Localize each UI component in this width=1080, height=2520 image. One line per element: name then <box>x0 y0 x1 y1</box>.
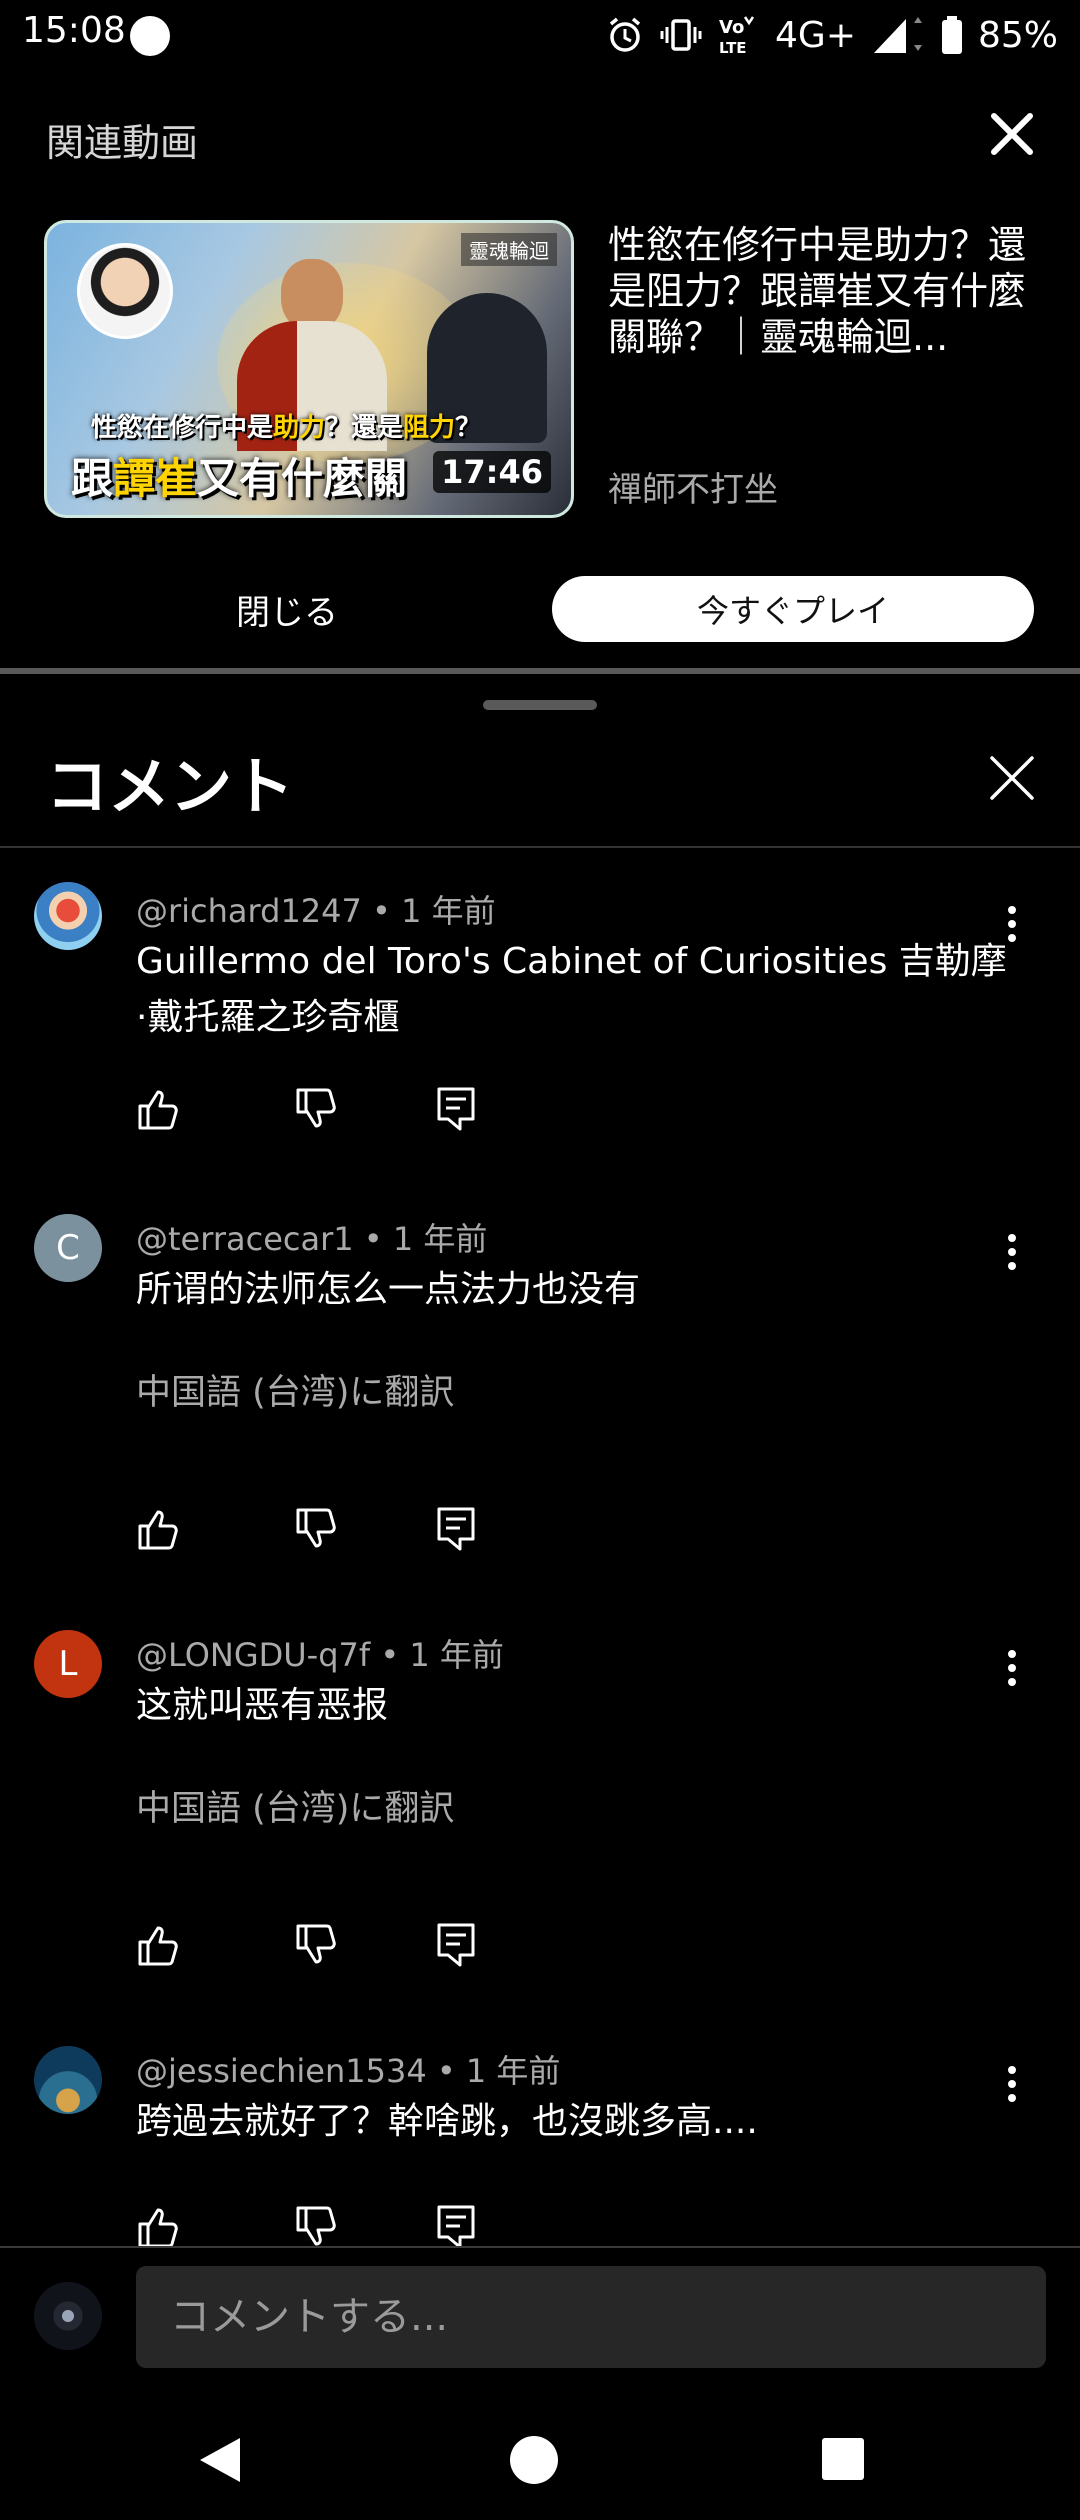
play-now-button[interactable]: 今すぐプレイ <box>552 576 1034 642</box>
divider <box>0 2246 1080 2248</box>
avatar[interactable] <box>34 2046 102 2114</box>
system-nav-bar <box>0 2400 1080 2520</box>
comment-text: Guillermo del Toro's Cabinet of Curiosit… <box>136 941 1007 1038</box>
svg-text:LTE: LTE <box>719 39 747 57</box>
home-icon[interactable] <box>508 2434 560 2486</box>
back-icon[interactable] <box>196 2434 244 2486</box>
comment-text: 这就叫恶有恶报 <box>136 1685 389 1726</box>
close-icon[interactable] <box>988 754 1036 802</box>
like-icon[interactable] <box>136 2204 180 2246</box>
status-bar: 15:08 Vo LTE 4G+ 85% <box>0 0 1080 72</box>
notification-dot-icon <box>130 16 170 56</box>
reply-icon[interactable] <box>436 1922 476 1968</box>
translate-link[interactable]: 中国語 (台湾)に翻訳 <box>136 1780 454 1831</box>
video-duration: 17:46 <box>433 451 551 493</box>
dislike-icon[interactable] <box>294 1922 338 1968</box>
avatar[interactable]: L <box>34 1630 102 1698</box>
video-thumbnail[interactable]: 靈魂輪迴 性慾在修行中是助力？還是阻力？ 跟譚崔又有什麼關 17:46 <box>44 220 574 518</box>
reply-icon[interactable] <box>436 1506 476 1552</box>
like-icon[interactable] <box>136 1086 180 1132</box>
thumbnail-portrait <box>77 243 173 339</box>
comment-actions <box>136 1922 496 1972</box>
comment-meta: @jessiechien1534 • 1 年前 <box>136 2052 561 2090</box>
related-section-title: 関連動画 <box>46 121 199 165</box>
thumbnail-badge: 靈魂輪迴 <box>461 233 557 266</box>
battery-percent: 85% <box>977 14 1058 56</box>
like-icon[interactable] <box>136 1506 180 1552</box>
comment-actions <box>136 2204 496 2246</box>
comment-text: 跨過去就好了？幹啥跳，也沒跳多高.... <box>136 2101 758 2142</box>
volte-icon: VoLTE <box>719 16 755 57</box>
alarm-icon <box>609 17 641 52</box>
drag-handle[interactable] <box>483 700 597 710</box>
status-icons: Vo LTE 4G+ 85% <box>605 10 1058 60</box>
network-type: 4G+ <box>775 14 856 56</box>
dislike-icon[interactable] <box>294 2204 338 2246</box>
comment-text: 所谓的法师怎么一点法力也没有 <box>136 1269 641 1310</box>
video-title[interactable]: 性慾在修行中是助力？還是阻力？跟譚崔又有什麼關聯？｜靈魂輪迴... <box>608 222 1038 360</box>
status-time: 15:08 <box>22 10 126 51</box>
comment-meta: @LONGDU-q7f • 1 年前 <box>136 1636 504 1674</box>
divider <box>0 846 1080 848</box>
translate-link[interactable]: 中国語 (台湾)に翻訳 <box>136 1364 454 1415</box>
reply-icon[interactable] <box>436 1086 476 1132</box>
thumbnail-caption-line1: 性慾在修行中是助力？還是阻力？ <box>91 413 482 443</box>
like-icon[interactable] <box>136 1922 180 1968</box>
video-channel[interactable]: 禪師不打坐 <box>608 462 778 511</box>
close-icon[interactable] <box>982 104 1042 164</box>
signal-icon <box>873 17 922 53</box>
dislike-icon[interactable] <box>294 1506 338 1552</box>
battery-icon <box>941 16 962 54</box>
recents-icon[interactable] <box>820 2436 866 2482</box>
vibrate-icon <box>660 19 702 51</box>
comment-meta: @richard1247 • 1 年前 <box>136 892 496 930</box>
comment-input[interactable] <box>136 2266 1046 2368</box>
comment-actions <box>136 1086 496 1136</box>
avatar[interactable]: C <box>34 1214 102 1282</box>
comment-meta: @terracecar1 • 1 年前 <box>136 1220 488 1258</box>
comments-title: コメント <box>46 750 295 823</box>
dislike-icon[interactable] <box>294 1086 338 1132</box>
comment-item: @jessiechien1534 • 1 年前 跨過去就好了？幹啥跳，也沒跳多高… <box>0 2040 1080 2246</box>
divider <box>0 668 1080 674</box>
thumbnail-caption-line2: 跟譚崔又有什麼關 <box>71 454 408 503</box>
avatar[interactable] <box>34 882 102 950</box>
svg-text:Vo: Vo <box>719 17 744 38</box>
reply-icon[interactable] <box>436 2204 476 2246</box>
comment-actions <box>136 1506 496 1556</box>
avatar <box>34 2282 102 2350</box>
close-button[interactable]: 閉じる <box>46 576 528 642</box>
